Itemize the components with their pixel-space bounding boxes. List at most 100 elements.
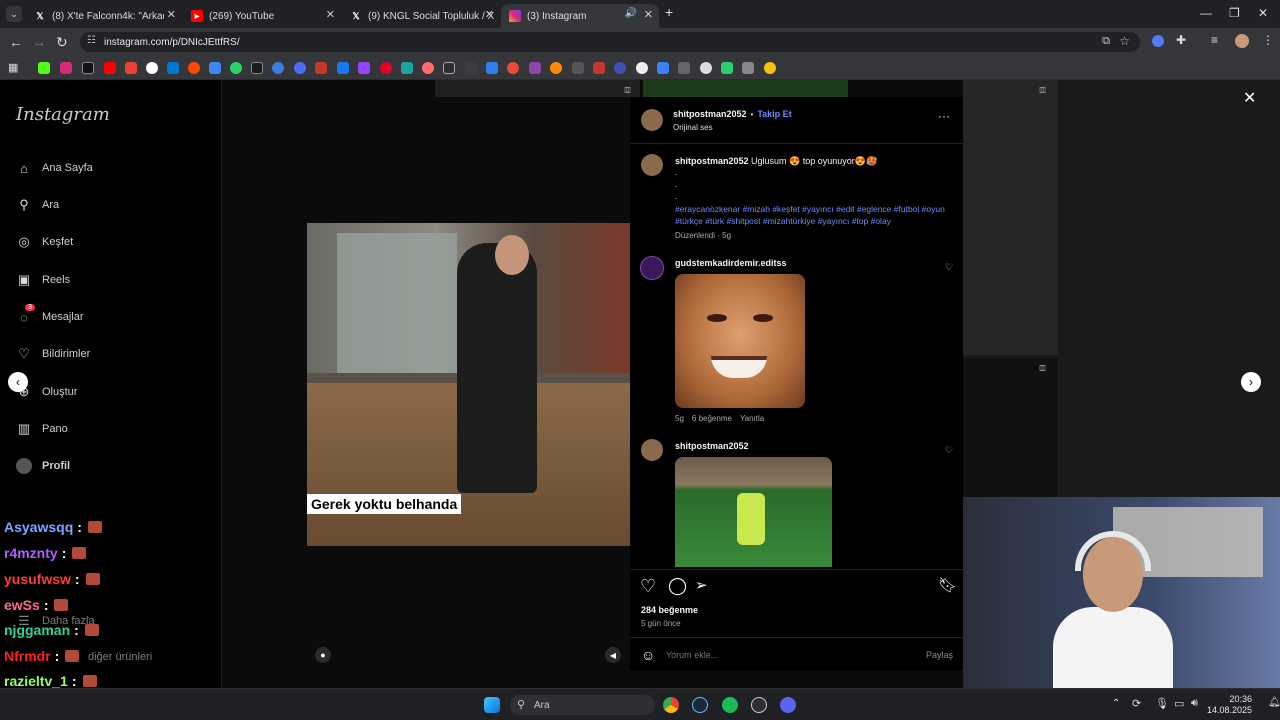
tray-chevron-icon[interactable]: ⌃ [1112, 698, 1120, 709]
bookmark-sync-icon[interactable] [272, 62, 284, 74]
extensions-puzzle-icon[interactable]: ✚ [1176, 33, 1186, 47]
forward-icon[interactable]: → [32, 34, 46, 50]
extension-icon[interactable] [1152, 35, 1164, 47]
like-icon[interactable]: ♡ [640, 576, 656, 597]
bookmark-star-icon[interactable]: ☆ [1119, 34, 1130, 48]
bookmark-gmail-icon[interactable] [125, 62, 137, 74]
close-tab-icon[interactable]: ✕ [167, 8, 176, 21]
bookmark-facebook-icon[interactable] [337, 62, 349, 74]
close-modal-icon[interactable]: ✕ [1243, 88, 1256, 108]
system-clock[interactable]: 20:36 14.08.2025 [1207, 694, 1252, 716]
mute-icon[interactable]: ◀ [605, 647, 621, 663]
close-window-icon[interactable]: ✕ [1258, 6, 1268, 20]
tab-instagram[interactable]: (3) Instagram 🔊 ✕ [501, 4, 659, 28]
post-comment-button[interactable]: Paylaş [926, 650, 953, 660]
comment-likes[interactable]: 6 beğenme [692, 414, 732, 423]
site-info-icon[interactable]: ☷ [87, 35, 96, 46]
comment-like-icon[interactable]: ♡ [945, 445, 953, 456]
sidebar-item-explore[interactable]: ◎ Keşfet [16, 234, 73, 250]
close-tab-icon[interactable]: ✕ [326, 8, 335, 21]
bookmark-blue-icon[interactable] [486, 62, 498, 74]
menu-icon[interactable]: ⋮ [1262, 33, 1274, 47]
follow-button[interactable]: Takip Et [757, 109, 791, 119]
caption-hashtags[interactable]: #eraycanözkenar #mizah #keşfet #yayıncı … [675, 203, 955, 227]
comment-username[interactable]: gudstemkadirdemir.editss [675, 258, 787, 268]
bookmark-globe-icon[interactable] [636, 62, 648, 74]
next-post-button[interactable]: › [1241, 372, 1261, 392]
bookmark-leaf-icon[interactable] [401, 62, 413, 74]
bookmark-pie-icon[interactable] [550, 62, 562, 74]
bookmark-stack-icon[interactable] [742, 62, 754, 74]
chrome-icon[interactable] [663, 697, 679, 713]
bookmark-google-icon[interactable] [146, 62, 158, 74]
bookmark-instagram-icon[interactable] [60, 62, 72, 74]
bookmark-emoji-icon[interactable] [764, 62, 776, 74]
windows-start-icon[interactable] [484, 697, 500, 713]
bookmark-youtube-icon[interactable] [104, 62, 116, 74]
likes-count[interactable]: 284 beğenme [641, 605, 698, 615]
bookmark-dots-icon[interactable] [572, 62, 584, 74]
caption-author[interactable]: shitpostman2052 [675, 156, 749, 166]
bookmark-twitch-icon[interactable] [358, 62, 370, 74]
sidebar-item-home[interactable]: ⌂ Ana Sayfa [16, 160, 93, 176]
emoji-icon[interactable]: ☺ [641, 647, 655, 663]
comment-like-icon[interactable]: ♡ [945, 262, 953, 273]
bookmark-tree-icon[interactable] [721, 62, 733, 74]
bookmark-outlook-icon[interactable] [167, 62, 179, 74]
bookmark-chevron-icon[interactable] [465, 62, 477, 74]
sidebar-item-dashboard[interactable]: ▥ Pano [16, 421, 68, 437]
bookmark-chart-icon[interactable] [593, 62, 605, 74]
profile-avatar[interactable] [1235, 34, 1249, 48]
tab-x-falconn[interactable]: 𝕏 (8) X'te Falconn4k: "Arkadaşlar ✕ [26, 4, 182, 28]
minimize-icon[interactable]: — [1200, 6, 1212, 20]
bookmark-ribbon-icon[interactable] [422, 62, 434, 74]
comment-reply-button[interactable]: Yanıtla [740, 414, 764, 423]
bookmark-x-icon[interactable] [82, 62, 94, 74]
bookmark-play-icon[interactable] [294, 62, 306, 74]
comment-input[interactable] [666, 647, 896, 663]
comment-username[interactable]: shitpostman2052 [675, 441, 749, 451]
bookmark-reddit-icon[interactable] [188, 62, 200, 74]
commenter-avatar[interactable] [641, 439, 663, 461]
bookmark-image-icon[interactable] [657, 62, 669, 74]
sidebar-item-reels[interactable]: ▣ Reels [16, 272, 70, 288]
bookmark-steam-icon[interactable] [251, 62, 263, 74]
bookmark-whatsapp-icon[interactable] [230, 62, 242, 74]
save-icon[interactable]: 🔖︎ [938, 576, 957, 594]
commenter-avatar[interactable] [640, 256, 664, 280]
tab-kngl[interactable]: 𝕏 (9) KNGL Social Topluluk / X ✕ [342, 4, 500, 28]
sidebar-item-other-products[interactable]: diğer ürünleri [88, 651, 152, 663]
bookmark-pinterest-icon[interactable] [380, 62, 392, 74]
close-tab-icon[interactable]: ✕ [485, 8, 494, 21]
tab-search-dropdown-icon[interactable]: ⌄ [6, 6, 22, 22]
install-app-icon[interactable]: ⧉ [1102, 35, 1110, 48]
bookmark-b-icon[interactable] [443, 62, 455, 74]
sidebar-item-messages[interactable]: ◌ 3 Mesajlar [16, 304, 84, 325]
bookmark-red-icon[interactable] [315, 62, 327, 74]
steam-icon[interactable] [692, 697, 708, 713]
url-field[interactable]: ☷ instagram.com/p/DNIcJEttfRS/ ⧉ ☆ [80, 32, 1140, 52]
volume-icon[interactable]: 🔊︎ [1191, 697, 1198, 710]
reload-icon[interactable]: ↻ [56, 34, 68, 51]
sidebar-item-notifications[interactable]: ♡ Bildirimler [16, 346, 90, 362]
sidebar-item-profile[interactable]: Profil [16, 458, 70, 474]
media-controls-icon[interactable]: ≡ [1211, 33, 1218, 47]
author-username[interactable]: shitpostman2052 [673, 109, 747, 119]
speaker-icon[interactable]: 🔊 [625, 8, 637, 19]
tray-sync-icon[interactable]: ⟳ [1132, 697, 1141, 710]
bookmark-docs-icon[interactable] [209, 62, 221, 74]
bookmark-openai-icon[interactable] [700, 62, 712, 74]
more-options-icon[interactable]: ··· [938, 109, 950, 123]
comment-icon[interactable]: ◯ [668, 576, 687, 596]
restore-icon[interactable]: ❐ [1229, 6, 1240, 20]
caption-author-avatar[interactable] [641, 154, 663, 176]
audio-label[interactable]: Orijinal ses [673, 123, 713, 132]
bookmark-cloud-icon[interactable] [507, 62, 519, 74]
obs-icon[interactable] [751, 697, 767, 713]
comment-video-thumbnail[interactable] [675, 457, 832, 567]
spotify-icon[interactable] [722, 697, 738, 713]
previous-post-button[interactable]: ‹ [8, 372, 28, 392]
sidebar-item-search[interactable]: ⚲ Ara [16, 197, 59, 213]
network-icon[interactable]: ▭ [1174, 697, 1184, 710]
comment-gif-image[interactable] [675, 274, 805, 408]
